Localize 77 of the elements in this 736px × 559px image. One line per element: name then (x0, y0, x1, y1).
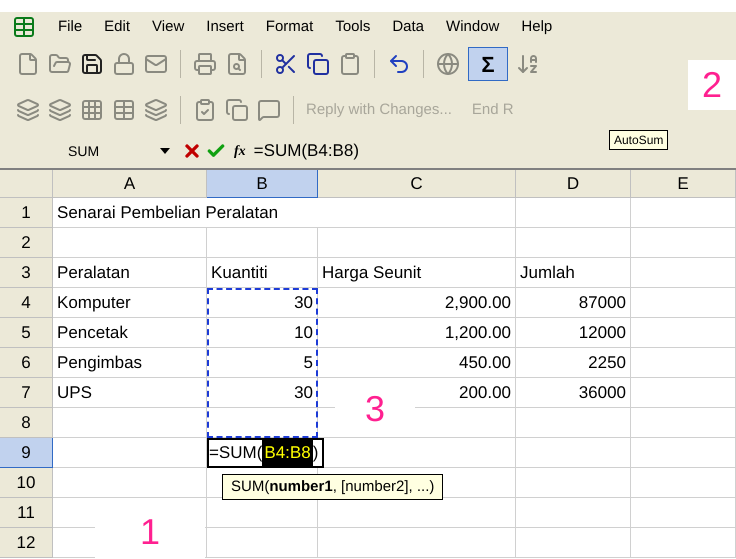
function-icon[interactable]: fx (234, 140, 246, 162)
copy-icon[interactable] (306, 52, 330, 76)
menu-item[interactable]: Edit (104, 16, 130, 38)
menu-item[interactable]: Format (266, 16, 314, 38)
table-cell: UPS (53, 378, 207, 408)
table-cell: Harga Seunit (318, 258, 516, 288)
stack-icon[interactable] (16, 98, 40, 122)
table-cell: 5 (207, 348, 318, 378)
column-header[interactable]: E (631, 170, 736, 198)
column-header[interactable]: B (207, 170, 318, 198)
menu-item[interactable]: View (152, 16, 184, 38)
table-cell: Komputer (53, 288, 207, 318)
annotation-number: 2 (688, 60, 736, 110)
print-icon[interactable] (193, 52, 217, 76)
row-header[interactable]: 4 (0, 288, 53, 318)
row-header[interactable]: 6 (0, 348, 53, 378)
corner-cell (0, 170, 53, 198)
row-header[interactable]: 1 (0, 198, 53, 228)
table-cell: 10 (207, 318, 318, 348)
table-cell: 1,200.00 (318, 318, 516, 348)
row-header[interactable]: 5 (0, 318, 53, 348)
menu-item[interactable]: Insert (206, 16, 244, 38)
table-cell: Jumlah (516, 258, 631, 288)
row-header[interactable]: 8 (0, 408, 53, 438)
clipboard-check-icon[interactable] (193, 98, 217, 122)
row-header[interactable]: 7 (0, 378, 53, 408)
table-cell: Pengimbas (53, 348, 207, 378)
name-box[interactable]: SUM (0, 140, 160, 162)
lock-icon[interactable] (112, 52, 136, 76)
menu-item[interactable]: File (58, 16, 82, 38)
row-header[interactable]: 9 (0, 438, 53, 468)
save-icon[interactable] (80, 52, 104, 76)
table-cell: 87000 (516, 288, 631, 318)
formula-field[interactable]: =SUM(B4:B8) (254, 138, 360, 164)
tooltip: AutoSum (609, 130, 668, 150)
menu-item[interactable]: Tools (335, 16, 370, 38)
undo-icon[interactable] (387, 52, 411, 76)
stack-icon[interactable] (48, 98, 72, 122)
row-header[interactable]: 2 (0, 228, 53, 258)
table-cell: 36000 (516, 378, 631, 408)
table-cell: 2,900.00 (318, 288, 516, 318)
table-cell: 30 (207, 378, 318, 408)
stack-icon[interactable] (144, 98, 168, 122)
mail-icon[interactable] (144, 52, 168, 76)
function-tooltip: SUM(number1, [number2], ...) (222, 474, 444, 500)
table-cell: Kuantiti (207, 258, 318, 288)
folder-icon[interactable] (48, 52, 72, 76)
table-cell: 2250 (516, 348, 631, 378)
table-cell: 450.00 (318, 348, 516, 378)
dropdown-icon[interactable] (160, 148, 170, 154)
row-header[interactable]: 3 (0, 258, 53, 288)
new-file-icon[interactable] (16, 52, 40, 76)
row-header[interactable]: 10 (0, 468, 53, 498)
grid-icon[interactable] (80, 98, 104, 122)
column-header[interactable]: C (318, 170, 516, 198)
comment-icon[interactable] (257, 98, 281, 122)
paste-icon[interactable] (338, 52, 362, 76)
table-cell: 12000 (516, 318, 631, 348)
menu-item[interactable]: Window (446, 16, 500, 38)
table-cell: Peralatan (53, 258, 207, 288)
print-preview-icon[interactable] (225, 52, 249, 76)
autosum-button[interactable]: Σ (468, 47, 508, 81)
spreadsheet-icon (12, 15, 36, 39)
column-header[interactable]: D (516, 170, 631, 198)
row-header[interactable]: 11 (0, 498, 53, 528)
menu-item[interactable]: Data (392, 16, 424, 38)
cut-icon[interactable] (274, 52, 298, 76)
row-header[interactable]: 12 (0, 528, 53, 558)
sort-icon[interactable] (516, 52, 540, 76)
table-cell: Senarai Pembelian Peralatan (53, 198, 516, 228)
table-cell: 30 (207, 288, 318, 318)
column-header[interactable]: A (53, 170, 207, 198)
menu-item[interactable]: Help (521, 16, 552, 38)
table-cell: Pencetak (53, 318, 207, 348)
active-cell[interactable]: =SUM(B4:B8) (207, 438, 324, 468)
table-icon[interactable] (112, 98, 136, 122)
globe-icon[interactable] (436, 52, 460, 76)
